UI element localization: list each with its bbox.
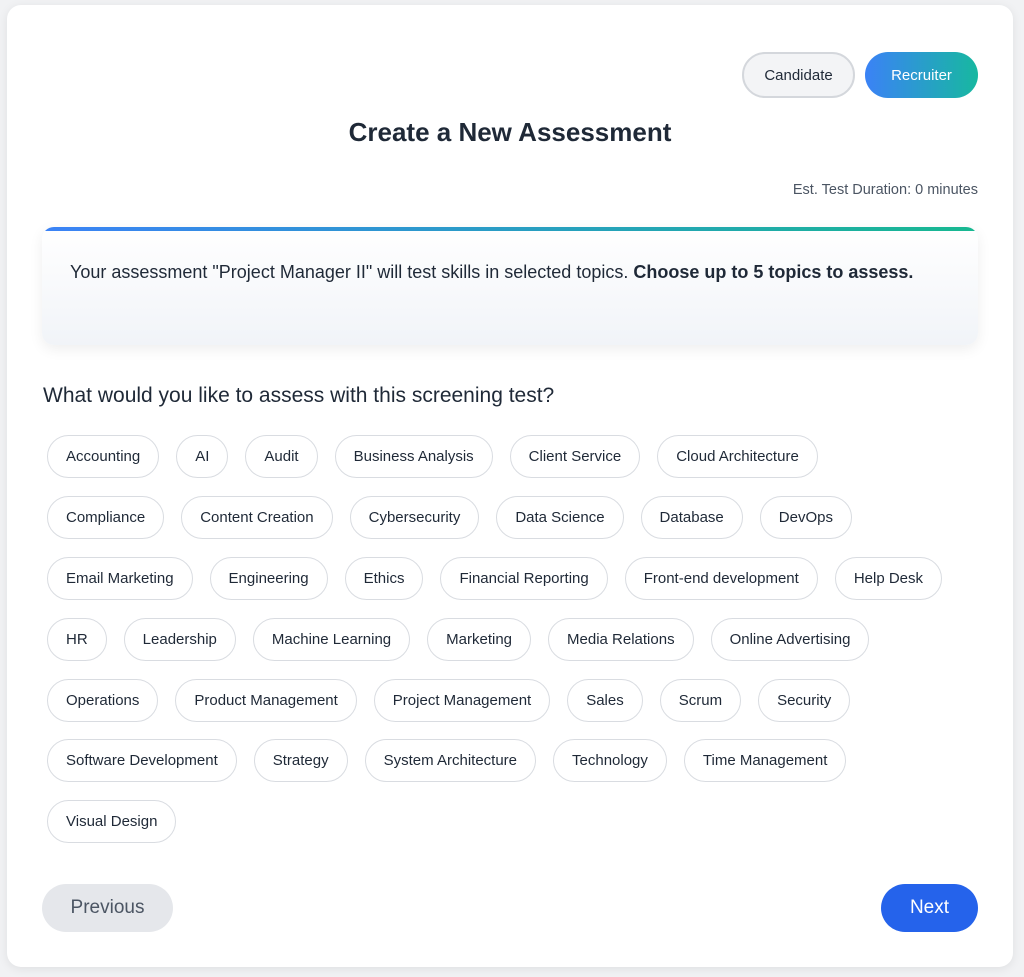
- topic-chip-cloud-architecture[interactable]: Cloud Architecture: [657, 435, 818, 478]
- candidate-button[interactable]: Candidate: [742, 52, 855, 98]
- topic-chip-strategy[interactable]: Strategy: [253, 739, 348, 782]
- info-text-bold: Choose up to 5 topics to assess.: [633, 262, 914, 282]
- topic-chip-ai[interactable]: AI: [176, 435, 229, 478]
- topic-chip-hr[interactable]: HR: [47, 618, 107, 661]
- topic-chip-compliance[interactable]: Compliance: [47, 496, 165, 539]
- topic-row-5: Operations Product Management Project Mana…: [47, 679, 851, 722]
- info-accent-bar: [42, 227, 978, 231]
- topic-row-2: Compliance Content Creation Cybersecurity D…: [47, 496, 852, 539]
- topic-chip-sales[interactable]: Sales: [567, 679, 643, 722]
- info-text: Your assessment "Project Manager II" wil…: [70, 257, 950, 288]
- topic-chip-data-science[interactable]: Data Science: [496, 496, 624, 539]
- topic-chip-front-end-development[interactable]: Front-end development: [624, 557, 818, 600]
- topic-chip-project-management[interactable]: Project Management: [373, 679, 551, 722]
- topic-chip-financial-reporting[interactable]: Financial Reporting: [440, 557, 608, 600]
- topic-chip-machine-learning[interactable]: Machine Learning: [252, 618, 411, 661]
- topic-chip-engineering[interactable]: Engineering: [209, 557, 328, 600]
- topic-chip-technology[interactable]: Technology: [553, 739, 667, 782]
- assessment-card: Candidate Recruiter Create a New Assessm…: [7, 5, 1013, 967]
- topic-row-7: Visual Design: [47, 800, 177, 843]
- previous-button[interactable]: Previous: [42, 884, 173, 932]
- next-button[interactable]: Next: [881, 884, 978, 932]
- topic-chip-help-desk[interactable]: Help Desk: [834, 557, 943, 600]
- topic-chip-ethics[interactable]: Ethics: [344, 557, 424, 600]
- topic-chip-accounting[interactable]: Accounting: [47, 435, 160, 478]
- topic-chip-system-architecture[interactable]: System Architecture: [364, 739, 537, 782]
- topic-chip-visual-design[interactable]: Visual Design: [47, 800, 177, 843]
- topic-chip-client-service[interactable]: Client Service: [509, 435, 641, 478]
- topic-chip-operations[interactable]: Operations: [47, 679, 159, 722]
- topic-chip-time-management[interactable]: Time Management: [683, 739, 847, 782]
- topics-question: What would you like to assess with this …: [43, 384, 555, 407]
- topic-chip-security[interactable]: Security: [758, 679, 851, 722]
- topic-row-6: Software Development Strategy System Archi…: [47, 739, 847, 782]
- topic-chip-database[interactable]: Database: [640, 496, 743, 539]
- role-toggle: Candidate Recruiter: [742, 52, 978, 98]
- topic-chip-audit[interactable]: Audit: [245, 435, 318, 478]
- info-text-prefix: Your assessment "Project Manager II" wil…: [70, 262, 634, 282]
- topic-row-1: Accounting AI Audit Business Analysis Client…: [47, 435, 818, 478]
- topic-chip-cybersecurity[interactable]: Cybersecurity: [349, 496, 480, 539]
- topic-chip-media-relations[interactable]: Media Relations: [548, 618, 694, 661]
- topic-chip-email-marketing[interactable]: Email Marketing: [47, 557, 193, 600]
- recruiter-button[interactable]: Recruiter: [865, 52, 978, 98]
- topic-chip-marketing[interactable]: Marketing: [427, 618, 532, 661]
- info-box: Your assessment "Project Manager II" wil…: [42, 227, 978, 345]
- topic-row-3: Email Marketing Engineering Ethics Financia…: [47, 557, 943, 600]
- topic-chip-software-development[interactable]: Software Development: [47, 739, 237, 782]
- topic-chip-business-analysis[interactable]: Business Analysis: [334, 435, 493, 478]
- test-duration: Est. Test Duration: 0 minutes: [792, 182, 978, 198]
- topic-chip-online-advertising[interactable]: Online Advertising: [710, 618, 870, 661]
- topic-chip-devops[interactable]: DevOps: [759, 496, 852, 539]
- topic-chip-scrum[interactable]: Scrum: [659, 679, 742, 722]
- topic-chip-product-management[interactable]: Product Management: [175, 679, 357, 722]
- topic-chip-leadership[interactable]: Leadership: [123, 618, 236, 661]
- page-title: Create a New Assessment: [348, 117, 672, 147]
- topic-row-4: HR Leadership Machine Learning Marketing Med…: [47, 618, 870, 661]
- topic-chip-content-creation[interactable]: Content Creation: [181, 496, 333, 539]
